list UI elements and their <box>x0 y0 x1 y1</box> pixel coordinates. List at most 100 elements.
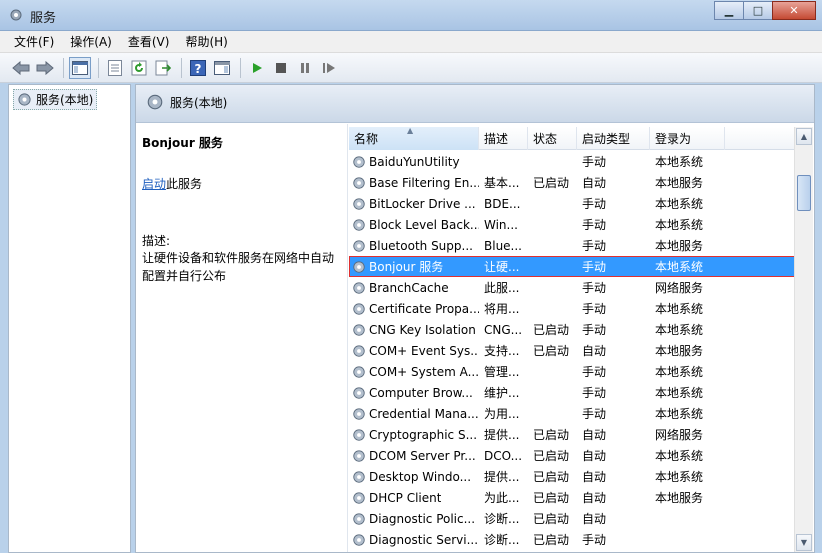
cell-startup-type: 手动 <box>582 260 607 274</box>
cell-name: Base Filtering En... <box>349 176 479 190</box>
cell-name: Certificate Propa... <box>349 302 479 316</box>
forward-arrow-icon <box>36 60 54 75</box>
cell-startup-type: 手动 <box>582 281 607 295</box>
stop-service-button[interactable] <box>270 57 292 79</box>
properties-button[interactable] <box>104 57 126 79</box>
table-row[interactable]: Diagnostic Servi... 诊断... 已启动 手动 <box>349 529 795 550</box>
cell-startup-type: 手动 <box>582 302 607 316</box>
cell-logon-as: 本地服务 <box>655 344 704 358</box>
table-row[interactable]: Certificate Propa... 将用... 手动 本地系统 <box>349 298 795 319</box>
pause-service-button[interactable] <box>294 57 316 79</box>
window-title: 服务 <box>30 11 57 26</box>
cell-description: 让硬... <box>484 260 520 274</box>
tree-item-services-local[interactable]: 服务(本地) <box>13 89 98 110</box>
toolbar-separator <box>240 57 241 78</box>
table-row[interactable]: Desktop Windo... 提供... 已启动 自动 本地系统 <box>349 466 795 487</box>
cell-startup-type: 手动 <box>582 533 607 547</box>
services-pane: 服务(本地) Bonjour 服务 启动此服务 描述: 让硬件设备和软件服务在网… <box>135 84 815 553</box>
vertical-scrollbar[interactable]: ▲ ▼ <box>794 127 813 552</box>
action-pane-button[interactable] <box>211 57 233 79</box>
table-row[interactable]: Bluetooth Supp... Blue... 手动 本地服务 <box>349 235 795 256</box>
help-button[interactable]: ? <box>187 57 209 79</box>
column-header-status[interactable]: 状态 <box>528 127 577 150</box>
table-row[interactable]: BranchCache 此服... 手动 网络服务 <box>349 277 795 298</box>
service-gear-icon <box>352 344 366 358</box>
stop-icon <box>276 62 286 73</box>
cell-description: 提供... <box>484 428 520 442</box>
refresh-button[interactable] <box>128 57 150 79</box>
table-row[interactable]: Diagnostic Polic... 诊断... 已启动 自动 <box>349 508 795 529</box>
cell-startup-type: 手动 <box>582 239 607 253</box>
extended-detail-pane: Bonjour 服务 启动此服务 描述: 让硬件设备和软件服务在网络中自动配置并… <box>136 124 348 552</box>
minimize-icon: ▁ <box>724 4 734 17</box>
export-list-button[interactable] <box>152 57 174 79</box>
service-gear-icon <box>352 407 366 421</box>
table-row[interactable]: Cryptographic S... 提供... 已启动 自动 网络服务 <box>349 424 795 445</box>
cell-logon-as: 本地服务 <box>655 176 704 190</box>
cell-description: Blue... <box>484 238 522 253</box>
export-icon <box>155 60 171 75</box>
table-row[interactable]: DHCP Client 为此... 已启动 自动 本地服务 <box>349 487 795 508</box>
services-gear-icon <box>18 93 31 106</box>
cell-status: 已启动 <box>533 344 570 358</box>
table-row[interactable]: BaiduYunUtility 手动 本地系统 <box>349 151 795 172</box>
table-row[interactable]: DCOM Server Pr... DCO... 已启动 自动 本地系统 <box>349 445 795 466</box>
cell-startup-type: 手动 <box>582 386 607 400</box>
column-header-logon-as[interactable]: 登录为 <box>650 127 725 150</box>
table-row[interactable]: COM+ Event Sys... 支持... 已启动 自动 本地服务 <box>349 340 795 361</box>
table-row[interactable]: Block Level Back... Win... 手动 本地系统 <box>349 214 795 235</box>
cell-name: Bonjour 服务 <box>349 258 479 275</box>
forward-button[interactable] <box>34 57 56 79</box>
properties-icon <box>108 59 122 76</box>
cell-startup-type: 手动 <box>582 197 607 211</box>
cell-name: Desktop Windo... <box>349 470 479 484</box>
column-header-description[interactable]: 描述 <box>479 127 528 150</box>
table-row[interactable]: CNG Key Isolation CNG... 已启动 手动 本地系统 <box>349 319 795 340</box>
pane-title: 服务(本地) <box>170 96 228 110</box>
menu-file[interactable]: 文件(F) <box>14 33 54 50</box>
cell-name: Block Level Back... <box>349 218 479 232</box>
cell-startup-type: 手动 <box>582 365 607 379</box>
column-header-name[interactable]: ▲ 名称 <box>349 127 479 150</box>
table-row[interactable]: Bonjour 服务 让硬... 手动 本地系统 <box>349 256 795 277</box>
back-button[interactable] <box>10 57 32 79</box>
toolbar-separator <box>181 57 182 78</box>
cell-logon-as: 本地系统 <box>655 302 704 316</box>
minimize-button[interactable]: ▁ <box>714 1 744 20</box>
scrollbar-thumb[interactable] <box>797 175 811 211</box>
table-row[interactable]: Base Filtering En... 基本... 已启动 自动 本地服务 <box>349 172 795 193</box>
cell-name: Cryptographic S... <box>349 428 479 442</box>
column-header-startup-type[interactable]: 启动类型 <box>577 127 650 150</box>
restart-service-button[interactable] <box>318 57 340 79</box>
start-service-link[interactable]: 启动 <box>142 177 166 191</box>
start-service-button[interactable] <box>246 57 268 79</box>
service-gear-icon <box>352 491 366 505</box>
scroll-up-button[interactable]: ▲ <box>796 128 812 145</box>
menu-view[interactable]: 查看(V) <box>128 33 170 50</box>
table-row[interactable]: BitLocker Drive ... BDE... 手动 本地系统 <box>349 193 795 214</box>
table-row[interactable]: Computer Brow... 维护... 手动 本地系统 <box>349 382 795 403</box>
cell-startup-type: 手动 <box>582 407 607 421</box>
cell-startup-type: 手动 <box>582 155 607 169</box>
cell-description: DCO... <box>484 448 523 463</box>
cell-logon-as: 网络服务 <box>655 428 704 442</box>
cell-logon-as: 本地系统 <box>655 386 704 400</box>
cell-logon-as: 本地系统 <box>655 449 704 463</box>
table-row[interactable]: COM+ System A... 管理... 手动 本地系统 <box>349 361 795 382</box>
service-gear-icon <box>352 449 366 463</box>
start-service-line: 启动此服务 <box>142 175 202 192</box>
cell-startup-type: 手动 <box>582 323 607 337</box>
scroll-down-button[interactable]: ▼ <box>796 534 812 551</box>
toolbar-separator <box>98 57 99 78</box>
table-row[interactable]: Credential Mana... 为用... 手动 本地系统 <box>349 403 795 424</box>
cell-startup-type: 自动 <box>582 449 607 463</box>
refresh-icon <box>131 60 147 75</box>
cell-logon-as: 本地系统 <box>655 365 704 379</box>
maximize-button[interactable]: □ <box>743 1 773 20</box>
cell-logon-as: 本地服务 <box>655 239 704 253</box>
show-hide-console-tree-button[interactable] <box>69 56 91 79</box>
close-button[interactable]: ✕ <box>772 1 816 20</box>
services-gear-icon <box>147 94 163 110</box>
menu-action[interactable]: 操作(A) <box>70 33 112 50</box>
menu-help[interactable]: 帮助(H) <box>185 33 227 50</box>
